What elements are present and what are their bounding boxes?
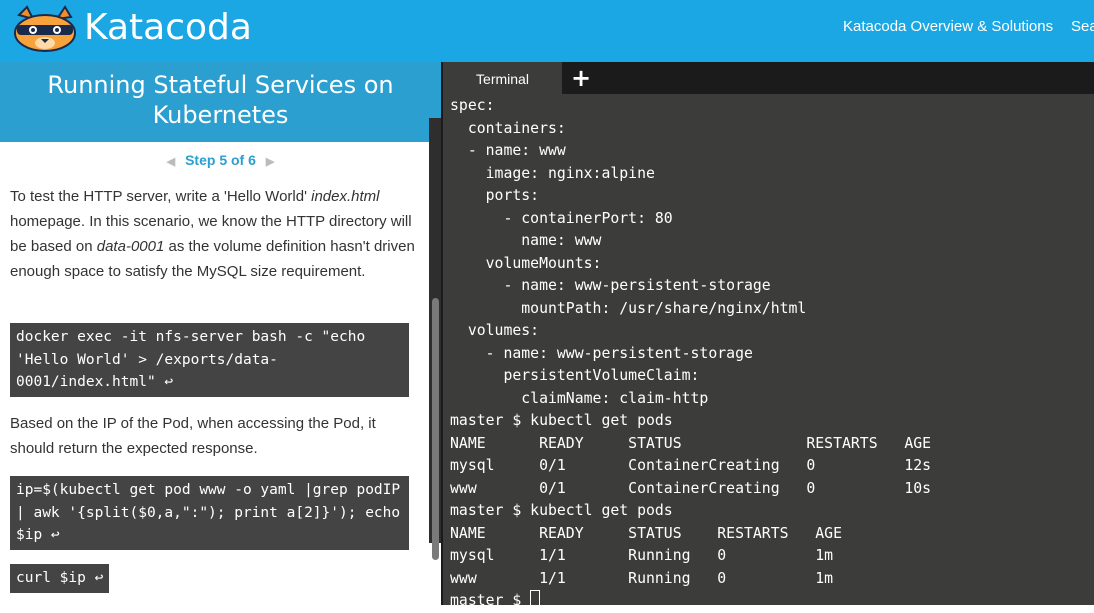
terminal-line: mountPath: /usr/share/nginx/html [521, 299, 807, 317]
filename-emphasis: index.html [311, 188, 380, 205]
terminal-line: - name: www-persistent-storage [503, 277, 771, 294]
executable-code-block[interactable]: docker exec -it nfs-server bash -c "echo… [10, 323, 409, 397]
scenario-title-bar: Running Stateful Services on Kubernetes [0, 62, 441, 142]
terminal-line: www 1/1 Running 0 1m [450, 569, 834, 587]
scenario-panel: Running Stateful Services on Kubernetes … [0, 62, 442, 605]
terminal-line: persistentVolumeClaim: [503, 367, 700, 384]
terminal-cursor [530, 590, 541, 608]
add-tab-icon[interactable]: + [571, 64, 591, 92]
terminal-line: - containerPort: 80 [503, 209, 673, 227]
scenario-title: Running Stateful Services on Kubernetes [47, 71, 394, 129]
tab-terminal[interactable]: Terminal [443, 62, 562, 94]
terminal-line: NAME READY STATUS RESTARTS AGE [450, 524, 842, 542]
terminal-line: master $ kubectl get pods [450, 412, 673, 429]
nav-link-search[interactable]: Sea [1071, 18, 1094, 35]
executable-code-block[interactable]: curl $ip ↩ [10, 564, 110, 593]
top-navigation-bar: Katacoda Katacoda Overview & Solutions S… [0, 0, 1094, 62]
terminal-line: volumeMounts: [485, 254, 602, 272]
terminal-line: volumes: [467, 322, 540, 339]
instruction-paragraph: Based on the IP of the Pod, when accessi… [10, 415, 376, 457]
previous-step-icon[interactable]: ◀ [167, 156, 175, 168]
terminal-line: NAME READY STATUS RESTARTS AGE [450, 434, 932, 452]
next-step-icon[interactable]: ▶ [266, 156, 274, 168]
terminal-line: master $ kubectl get pods [450, 502, 673, 519]
terminal-line: claimName: claim-http [521, 389, 709, 407]
terminal-line: name: www [521, 232, 602, 249]
paragraph-text: To test the HTTP server, write a 'Hello … [10, 188, 312, 205]
terminal-lines: spec: containers: - name: www image: ngi… [450, 97, 931, 587]
terminal-tab-bar: Terminal + [443, 62, 1094, 94]
step-indicator: Step 5 of 6 [185, 152, 256, 168]
nav-link-overview-solutions[interactable]: Katacoda Overview & Solutions [843, 18, 1053, 35]
terminal-line: - name: www-persistent-storage [485, 344, 753, 362]
terminal-line: image: nginx:alpine [485, 164, 655, 182]
terminal-line: mysql 0/1 ContainerCreating 0 12s [450, 457, 932, 474]
terminal-output[interactable]: spec: containers: - name: www image: ngi… [450, 95, 1090, 613]
terminal-line: - name: www [467, 142, 566, 159]
directory-emphasis: data-0001 [96, 238, 165, 255]
instruction-paragraph: To test the HTTP server, write a 'Hello … [10, 184, 415, 284]
terminal-line: containers: [467, 119, 566, 137]
executable-code-block[interactable]: ip=$(kubectl get pod www -o yaml |grep p… [10, 476, 409, 550]
katacoda-cat-logo-icon[interactable] [11, 5, 79, 53]
terminal-line: ports: [485, 187, 540, 204]
terminal-line: spec: [450, 97, 495, 114]
terminal-line: www 0/1 ContainerCreating 0 10s [450, 479, 932, 497]
step-navigation: ◀ Step 5 of 6 ▶ [0, 152, 441, 168]
brand-wordmark[interactable]: Katacoda [84, 8, 252, 48]
scrollbar-thumb[interactable] [432, 298, 439, 560]
terminal-line: mysql 1/1 Running 0 1m [450, 547, 834, 564]
terminal-panel: Terminal + spec: containers: - name: www… [443, 62, 1094, 609]
terminal-prompt: master $ [450, 592, 531, 609]
